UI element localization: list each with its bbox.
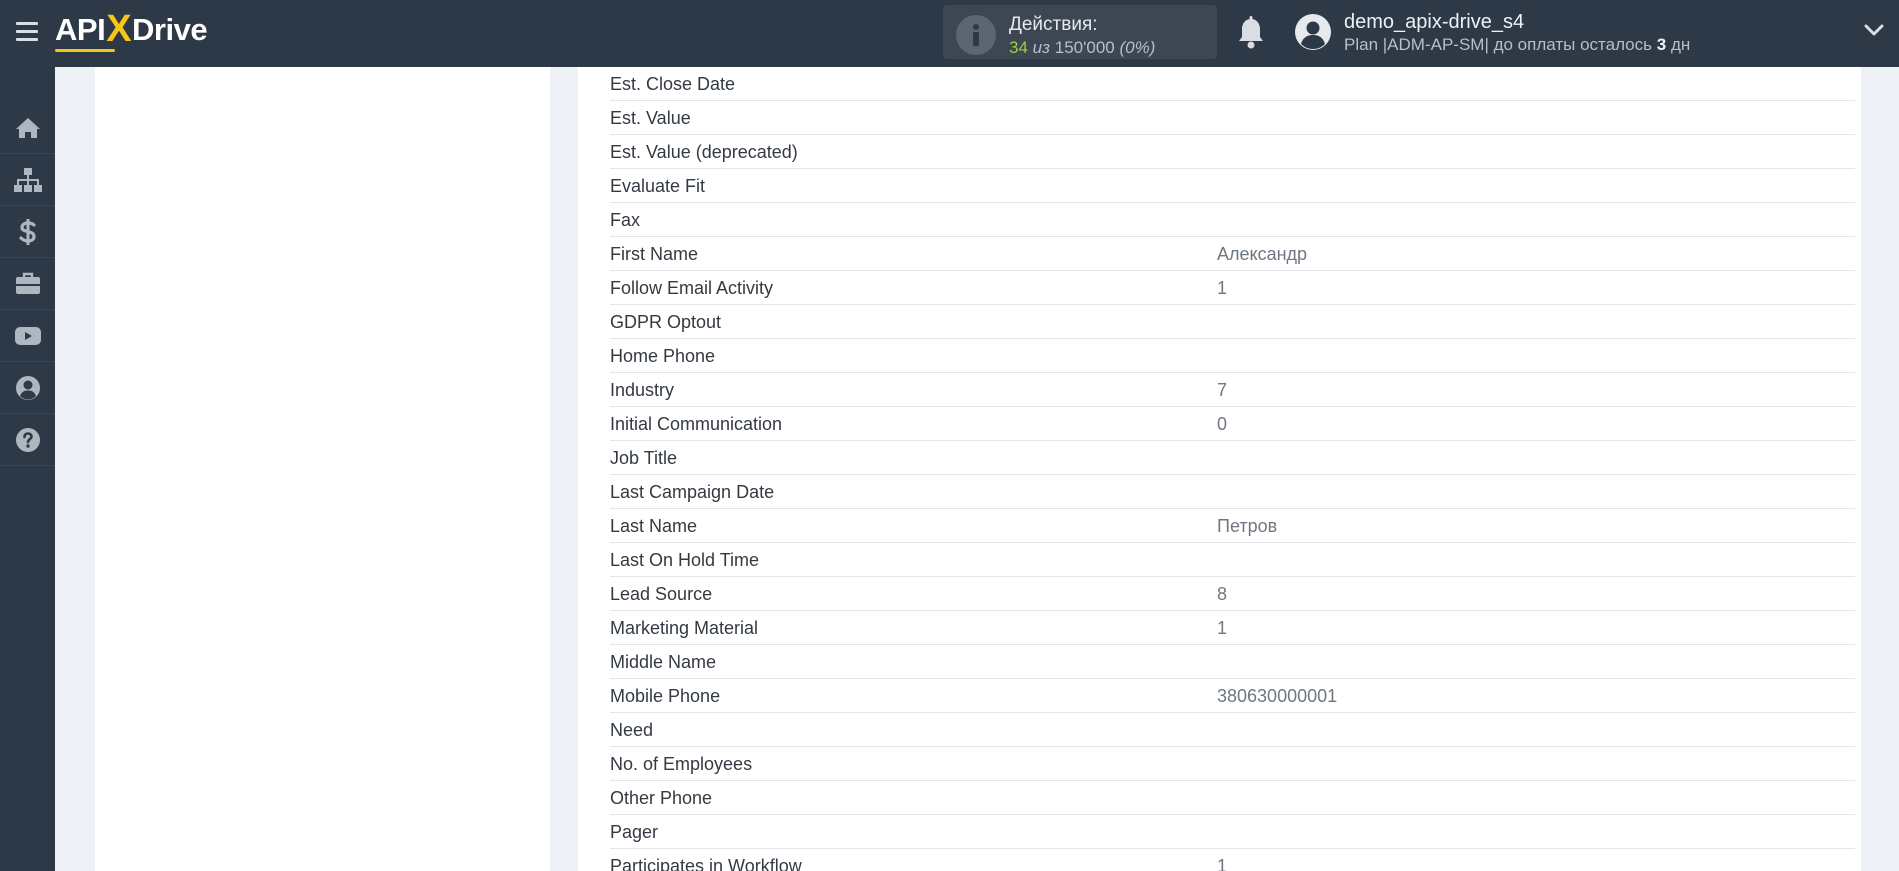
info-icon: [956, 15, 996, 55]
user-icon: [15, 375, 40, 400]
sidebar-item-help[interactable]: [0, 414, 55, 466]
field-label: Last Name: [610, 516, 698, 536]
table-row: Lead Source 8: [610, 577, 1855, 611]
actions-title: Действия:: [1009, 14, 1098, 35]
field-label: Job Title: [610, 448, 678, 468]
field-label: Follow Email Activity: [610, 278, 774, 298]
menu-icon[interactable]: [16, 22, 38, 42]
field-label: Last On Hold Time: [610, 550, 760, 570]
logo-text-x: X: [106, 7, 132, 50]
sidebar-item-account[interactable]: [0, 362, 55, 414]
field-value: 1: [1217, 278, 1228, 298]
avatar[interactable]: [1294, 13, 1332, 51]
field-label: Industry: [610, 380, 675, 400]
table-row: Home Phone: [610, 339, 1855, 373]
field-value: 8: [1217, 584, 1228, 604]
dollar-icon: [18, 218, 36, 245]
field-label: Pager: [610, 822, 659, 842]
sidebar-item-video[interactable]: [0, 310, 55, 362]
sidebar: [0, 67, 55, 871]
table-row: Est. Close Date: [610, 67, 1855, 101]
table-row: Est. Value (deprecated): [610, 135, 1855, 169]
actions-counter[interactable]: Действия: 34 из 150'000 (0%): [943, 5, 1217, 59]
field-value: 7: [1217, 380, 1228, 400]
logo-underline: [55, 49, 115, 52]
field-label: First Name: [610, 244, 699, 264]
field-label: Initial Communication: [610, 414, 783, 434]
table-row: Participates in Workflow 1: [610, 849, 1855, 871]
field-label: Fax: [610, 210, 641, 230]
plan-days: 3: [1656, 35, 1667, 54]
field-label: Last Campaign Date: [610, 482, 775, 502]
table-row: Evaluate Fit: [610, 169, 1855, 203]
sitemap-icon: [13, 167, 42, 192]
table-row: Last On Hold Time: [610, 543, 1855, 577]
field-value: Петров: [1217, 516, 1278, 536]
field-label: Est. Close Date: [610, 74, 736, 94]
field-label: Est. Value (deprecated): [610, 142, 798, 162]
left-panel: [95, 67, 550, 871]
field-value: 380630000001: [1217, 686, 1338, 706]
table-row: Mobile Phone 380630000001: [610, 679, 1855, 713]
table-row: No. of Employees: [610, 747, 1855, 781]
table-row: GDPR Optout: [610, 305, 1855, 339]
field-value: Александр: [1217, 244, 1308, 264]
field-label: GDPR Optout: [610, 312, 722, 332]
table-row: Pager: [610, 815, 1855, 849]
field-label: Mobile Phone: [610, 686, 721, 706]
field-label: Home Phone: [610, 346, 716, 366]
field-label: No. of Employees: [610, 754, 753, 774]
bell-icon[interactable]: [1236, 16, 1266, 50]
table-row: Follow Email Activity 1: [610, 271, 1855, 305]
actions-total: 150'000: [1054, 38, 1115, 57]
table-row: Industry 7: [610, 373, 1855, 407]
table-row: Job Title: [610, 441, 1855, 475]
actions-used: 34: [1009, 38, 1028, 57]
briefcase-icon: [15, 272, 40, 294]
chevron-down-icon[interactable]: [1864, 23, 1884, 37]
data-panel: Est. Close Date Est. Value Est. Value (dep…: [578, 67, 1861, 871]
apix-drive-logo[interactable]: API X Drive: [55, 7, 208, 52]
table-row: Fax: [610, 203, 1855, 237]
help-icon: [15, 427, 40, 452]
table-row: Need: [610, 713, 1855, 747]
sidebar-item-home[interactable]: [0, 102, 55, 154]
field-value: 0: [1217, 414, 1228, 434]
field-label: Est. Value: [610, 108, 691, 128]
field-label: Middle Name: [610, 652, 717, 672]
table-row: Last Campaign Date: [610, 475, 1855, 509]
user-plan: Plan |ADM-AP-SM| до оплаты осталось 3 дн: [1344, 35, 1690, 55]
actions-count: 34 из 150'000 (0%): [1009, 38, 1155, 58]
home-icon: [15, 117, 40, 138]
field-label: Evaluate Fit: [610, 176, 706, 196]
actions-separator: из: [1032, 38, 1051, 57]
table-row: Est. Value: [610, 101, 1855, 135]
sidebar-item-connections[interactable]: [0, 154, 55, 206]
top-bar: APIXDrive Действия: 34 из 150'000 (0%): [0, 0, 1899, 67]
table-row: Middle Name: [610, 645, 1855, 679]
plan-text: Plan |ADM-AP-SM| до оплаты осталось: [1344, 35, 1652, 54]
sidebar-item-billing[interactable]: [0, 206, 55, 258]
table-row: Initial Communication 0: [610, 407, 1855, 441]
table-row: Marketing Material 1: [610, 611, 1855, 645]
plan-days-unit: дн: [1670, 35, 1691, 54]
field-label: Need: [610, 720, 654, 740]
field-label: Lead Source: [610, 584, 713, 604]
youtube-icon: [14, 326, 41, 345]
field-label: Participates in Workflow: [610, 856, 802, 871]
table-row: Other Phone: [610, 781, 1855, 815]
field-label: Marketing Material: [610, 618, 759, 638]
actions-percent: (0%): [1119, 38, 1156, 57]
table-row: Last Name Петров: [610, 509, 1855, 543]
user-name[interactable]: demo_apix-drive_s4: [1344, 11, 1524, 34]
fields-table: Est. Close Date Est. Value Est. Value (dep…: [610, 67, 1855, 871]
field-value: 1: [1217, 618, 1228, 638]
table-row: First Name Александр: [610, 237, 1855, 271]
sidebar-item-services[interactable]: [0, 258, 55, 310]
field-value: 1: [1217, 856, 1228, 871]
logo-text-left: API: [55, 12, 106, 47]
logo-text-right: Drive: [132, 12, 208, 47]
field-label: Other Phone: [610, 788, 713, 808]
